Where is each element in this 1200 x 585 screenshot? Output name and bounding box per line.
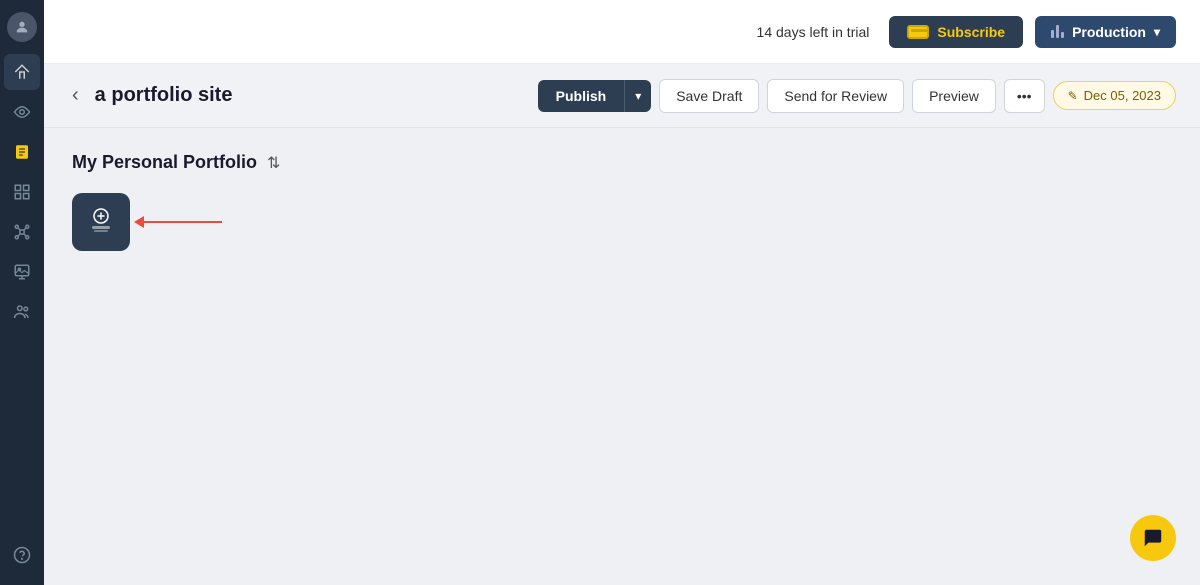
production-grid-icon bbox=[1051, 25, 1064, 38]
publish-dropdown-button[interactable]: ▾ bbox=[624, 80, 651, 112]
top-header: 14 days left in trial Subscribe Producti… bbox=[44, 0, 1200, 64]
chat-bubble-button[interactable] bbox=[1130, 515, 1176, 561]
arrow-line bbox=[142, 221, 222, 223]
trial-text: 14 days left in trial bbox=[757, 24, 870, 40]
date-label: Dec 05, 2023 bbox=[1084, 88, 1161, 103]
preview-button[interactable]: Preview bbox=[912, 79, 996, 113]
page-title: a portfolio site bbox=[95, 84, 233, 107]
portfolio-toggle-icon[interactable]: ⇅ bbox=[267, 153, 280, 173]
user-avatar[interactable] bbox=[7, 12, 37, 42]
subscribe-card-icon bbox=[907, 25, 929, 39]
pencil-icon: ✎ bbox=[1068, 89, 1078, 103]
portfolio-title: My Personal Portfolio bbox=[72, 152, 257, 173]
publish-button[interactable]: Publish bbox=[538, 80, 625, 112]
save-draft-button[interactable]: Save Draft bbox=[659, 79, 759, 113]
chevron-down-icon: ▾ bbox=[1154, 25, 1160, 39]
sidebar-item-home[interactable] bbox=[4, 54, 40, 90]
subscribe-button[interactable]: Subscribe bbox=[889, 16, 1023, 48]
sidebar-item-grid[interactable] bbox=[4, 174, 40, 210]
add-section-row bbox=[72, 193, 1172, 251]
sidebar-item-media[interactable] bbox=[4, 254, 40, 290]
header-actions: Publish ▾ Save Draft Send for Review Pre… bbox=[538, 79, 1176, 113]
add-section-button[interactable] bbox=[72, 193, 130, 251]
publish-button-group: Publish ▾ bbox=[538, 80, 652, 112]
sidebar-item-help[interactable] bbox=[4, 537, 40, 573]
arrow-indicator bbox=[142, 221, 222, 223]
back-icon: ‹ bbox=[72, 84, 79, 106]
production-button[interactable]: Production ▾ bbox=[1035, 16, 1176, 48]
main-area: 14 days left in trial Subscribe Producti… bbox=[44, 0, 1200, 585]
publish-dropdown-icon: ▾ bbox=[635, 89, 641, 103]
sidebar-item-users[interactable] bbox=[4, 294, 40, 330]
portfolio-header: My Personal Portfolio ⇅ bbox=[72, 152, 1172, 173]
sidebar-item-integrations[interactable] bbox=[4, 214, 40, 250]
sidebar bbox=[0, 0, 44, 585]
sidebar-item-pages[interactable] bbox=[4, 134, 40, 170]
back-button[interactable]: ‹ bbox=[68, 80, 83, 111]
content-header: ‹ a portfolio site Publish ▾ Save Draft … bbox=[44, 64, 1200, 128]
production-label: Production bbox=[1072, 24, 1146, 40]
more-options-button[interactable]: ••• bbox=[1004, 79, 1045, 113]
send-review-button[interactable]: Send for Review bbox=[767, 79, 904, 113]
content-body: My Personal Portfolio ⇅ bbox=[44, 128, 1200, 585]
subscribe-label: Subscribe bbox=[937, 24, 1005, 40]
arrow-head bbox=[134, 216, 144, 228]
sidebar-item-blog[interactable] bbox=[4, 94, 40, 130]
date-badge: ✎ Dec 05, 2023 bbox=[1053, 81, 1176, 110]
